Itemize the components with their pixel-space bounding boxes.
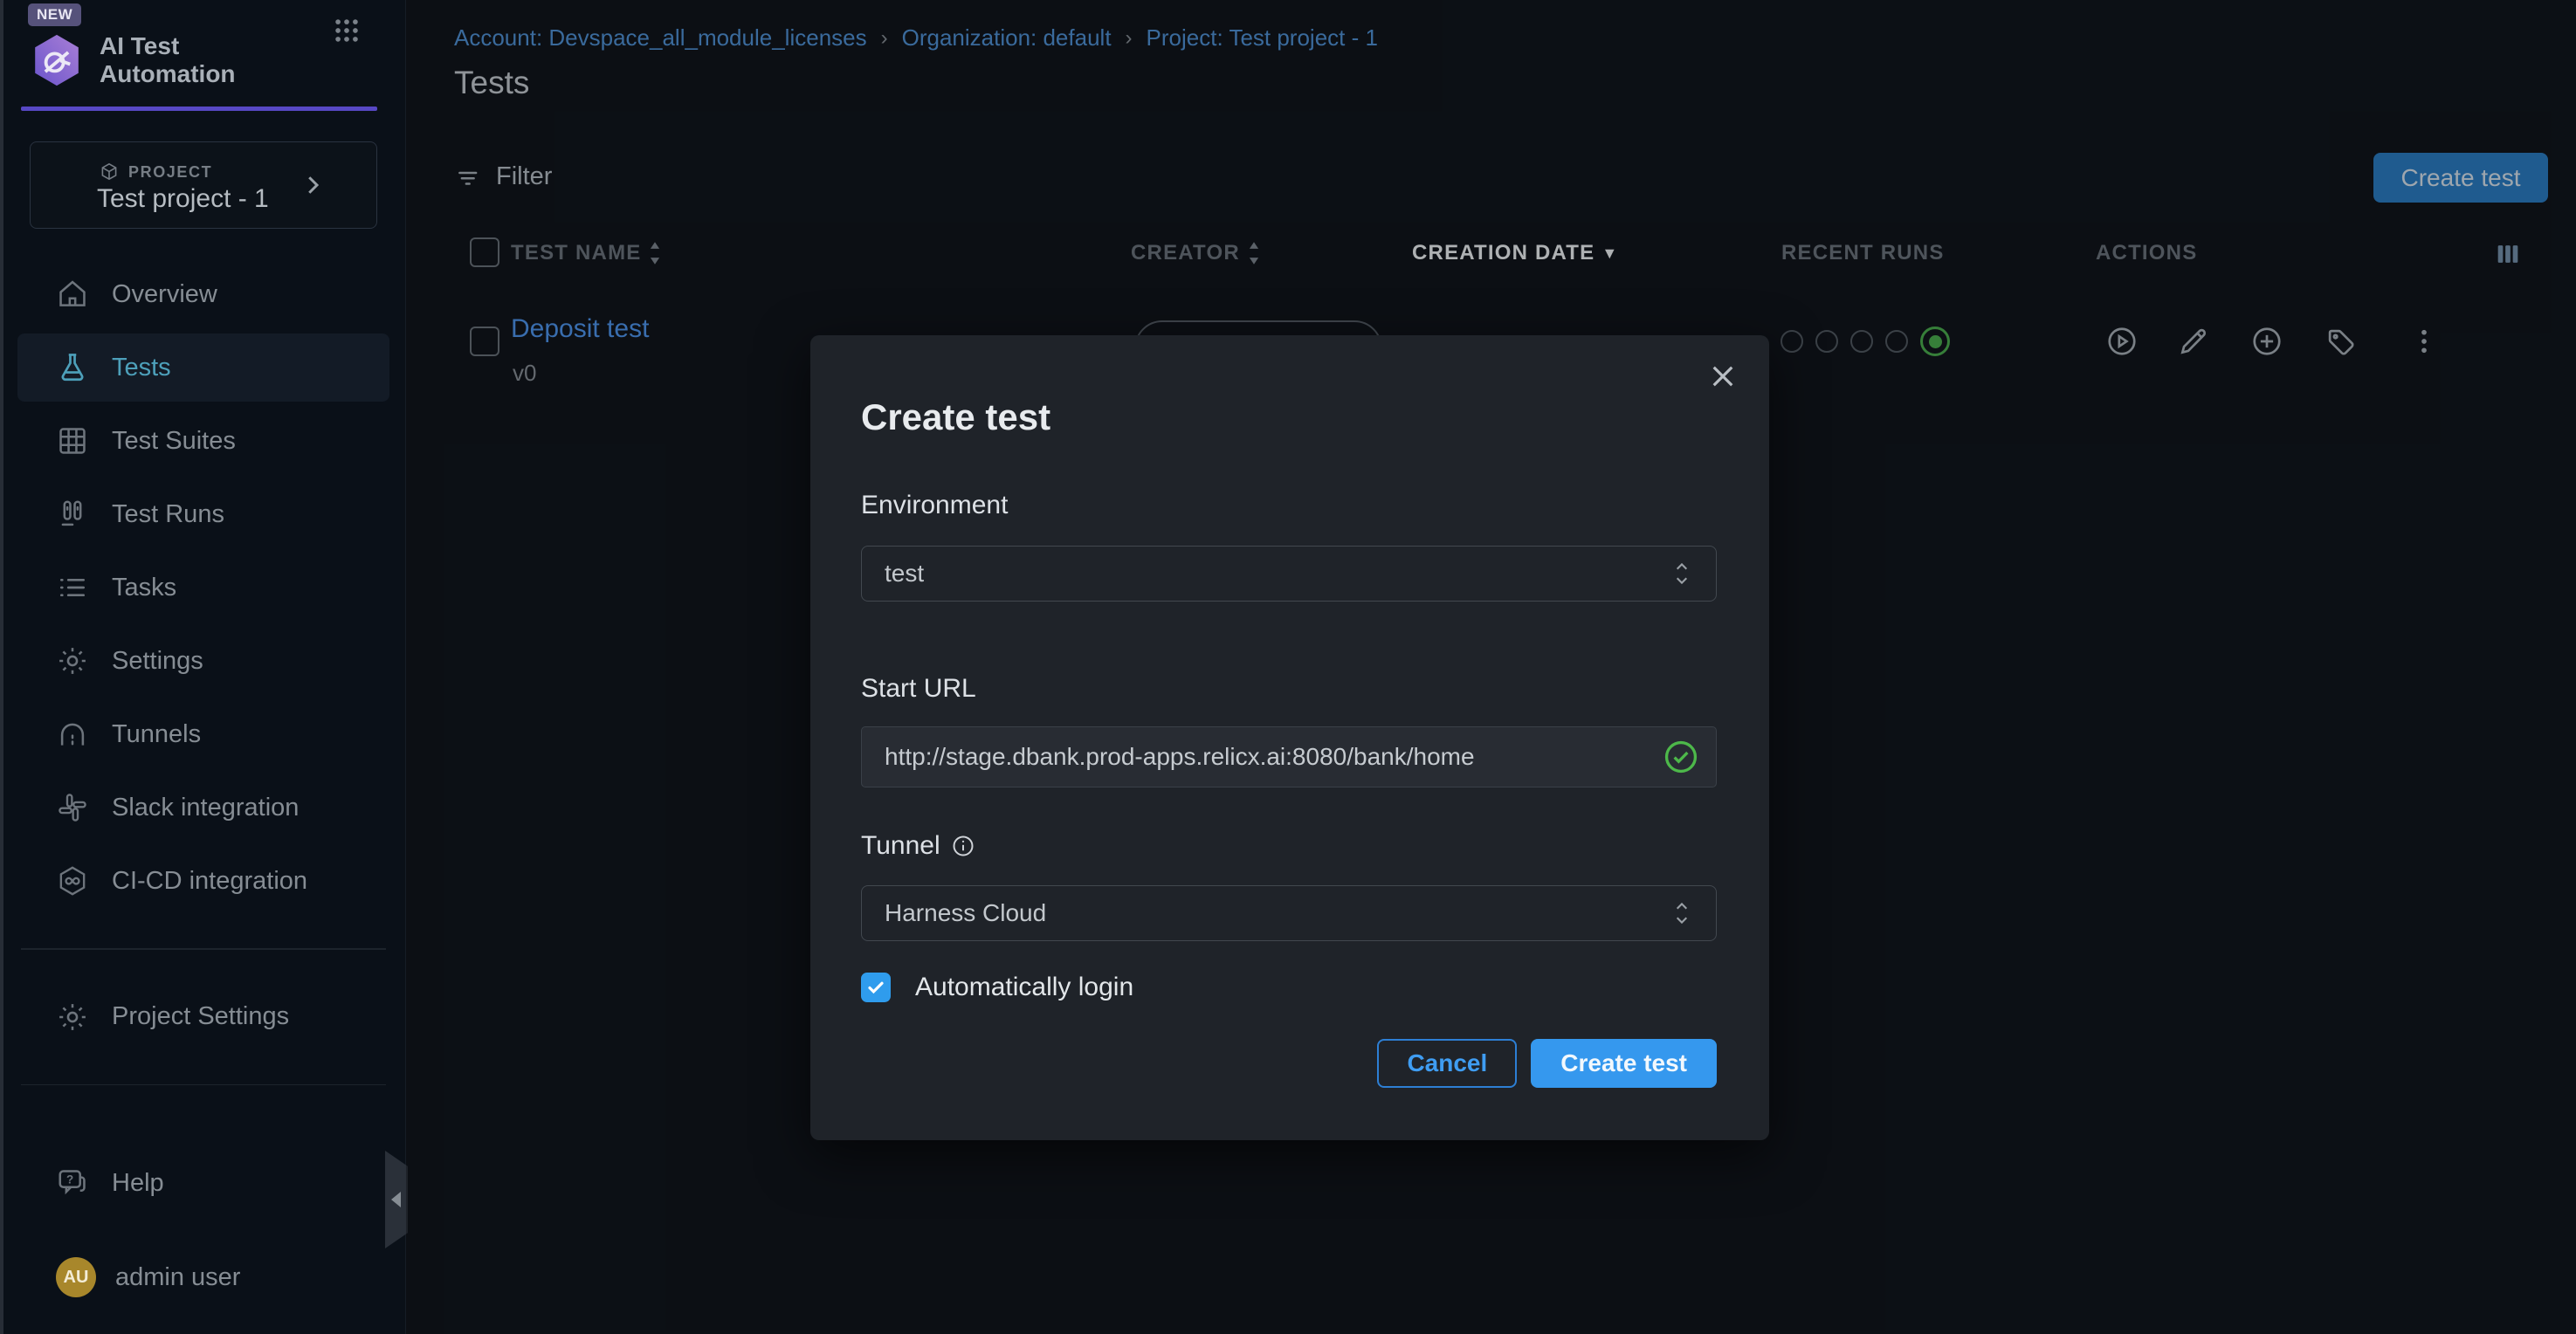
- collapse-arrow-icon: [391, 1192, 401, 1207]
- auto-login-checkbox-row[interactable]: Automatically login: [861, 973, 1133, 1002]
- svg-text:?: ?: [66, 1173, 73, 1186]
- test-runs-icon: [56, 498, 89, 531]
- sidebar-item-tunnels[interactable]: Tunnels: [17, 700, 389, 768]
- tunnel-select[interactable]: Harness Cloud: [861, 885, 1717, 941]
- close-icon[interactable]: [1706, 360, 1739, 393]
- gear-icon: [56, 644, 89, 677]
- ai-test-automation-logo-icon: [31, 33, 82, 87]
- create-test-modal: Create test Environment test Start URL T…: [810, 335, 1769, 1140]
- sidebar-item-cicd-integration[interactable]: CI-CD integration: [17, 847, 389, 915]
- select-chevrons-icon: [1670, 897, 1693, 929]
- sidebar-item-label: Overview: [112, 280, 217, 309]
- app-root: NEW AI Test Automation: [0, 0, 2576, 1334]
- slack-icon: [56, 791, 89, 824]
- environment-label: Environment: [861, 491, 1008, 520]
- tunnel-icon: [56, 718, 89, 751]
- sidebar-collapse-handle[interactable]: [385, 1151, 408, 1248]
- help-label: Help: [112, 1169, 164, 1198]
- user-name: admin user: [115, 1263, 240, 1292]
- sidebar-item-label: Project Settings: [112, 1002, 289, 1031]
- avatar: AU: [56, 1257, 96, 1297]
- sidebar-nav: Overview Tests Test Suites Test Runs Tas…: [17, 260, 389, 1118]
- sidebar-item-label: Slack integration: [112, 794, 299, 822]
- sidebar-item-label: Tests: [112, 354, 171, 382]
- chevron-right-icon: [300, 172, 326, 198]
- sidebar: NEW AI Test Automation: [0, 0, 406, 1334]
- sidebar-item-label: Test Suites: [112, 427, 236, 456]
- start-url-label: Start URL: [861, 674, 976, 704]
- create-test-submit-button[interactable]: Create test: [1531, 1039, 1717, 1088]
- help-button[interactable]: ? Help: [17, 1149, 389, 1217]
- sidebar-item-overview[interactable]: Overview: [17, 260, 389, 328]
- modal-actions: Cancel Create test: [1377, 1039, 1717, 1088]
- sidebar-item-tasks[interactable]: Tasks: [17, 554, 389, 622]
- brand-accent-divider: [21, 107, 377, 111]
- info-icon[interactable]: [951, 834, 975, 858]
- module-switcher-grid-icon[interactable]: [332, 16, 362, 45]
- window-edge-scrollbar[interactable]: [0, 0, 3, 1334]
- sidebar-item-project-settings[interactable]: Project Settings: [17, 983, 389, 1051]
- home-icon: [56, 278, 89, 311]
- sidebar-item-settings[interactable]: Settings: [17, 627, 389, 695]
- tunnel-label: Tunnel: [861, 831, 975, 861]
- environment-value: test: [885, 560, 1670, 588]
- cube-icon: [99, 162, 120, 182]
- sidebar-item-slack-integration[interactable]: Slack integration: [17, 774, 389, 842]
- tunnel-value: Harness Cloud: [885, 899, 1670, 927]
- tasks-list-icon: [56, 571, 89, 604]
- sidebar-item-label: CI-CD integration: [112, 867, 307, 896]
- help-chat-icon: ?: [56, 1166, 89, 1200]
- url-valid-check-icon: [1663, 739, 1699, 775]
- sidebar-item-tests[interactable]: Tests: [17, 334, 389, 402]
- environment-select[interactable]: test: [861, 546, 1717, 602]
- sidebar-item-test-suites[interactable]: Test Suites: [17, 407, 389, 475]
- cicd-hexagon-link-icon: [56, 864, 89, 897]
- select-chevrons-icon: [1670, 558, 1693, 589]
- sidebar-item-label: Tasks: [112, 574, 176, 602]
- start-url-input[interactable]: [861, 726, 1717, 787]
- grid-table-icon: [56, 424, 89, 457]
- sidebar-item-test-runs[interactable]: Test Runs: [17, 480, 389, 548]
- flask-icon: [56, 351, 89, 384]
- sidebar-item-label: Tunnels: [112, 720, 201, 749]
- modal-title: Create test: [861, 396, 1050, 438]
- user-menu[interactable]: AU admin user: [17, 1243, 389, 1311]
- brand[interactable]: AI Test Automation: [31, 31, 381, 89]
- sidebar-footer: ? Help AU admin user: [17, 1149, 389, 1334]
- auto-login-label: Automatically login: [915, 973, 1133, 1002]
- new-badge: NEW: [28, 3, 81, 26]
- project-selector[interactable]: PROJECT Test project - 1: [30, 141, 377, 229]
- project-eyebrow-label: PROJECT: [128, 163, 212, 182]
- app-title: AI Test Automation: [100, 32, 236, 88]
- cancel-button[interactable]: Cancel: [1377, 1039, 1517, 1088]
- sidebar-item-label: Settings: [112, 647, 203, 676]
- sidebar-divider: [21, 1084, 386, 1086]
- sidebar-item-label: Test Runs: [112, 500, 224, 529]
- project-name: Test project - 1: [97, 184, 269, 214]
- checkbox-checked-icon[interactable]: [861, 973, 891, 1002]
- sidebar-divider: [21, 948, 386, 950]
- gear-icon: [56, 1000, 89, 1034]
